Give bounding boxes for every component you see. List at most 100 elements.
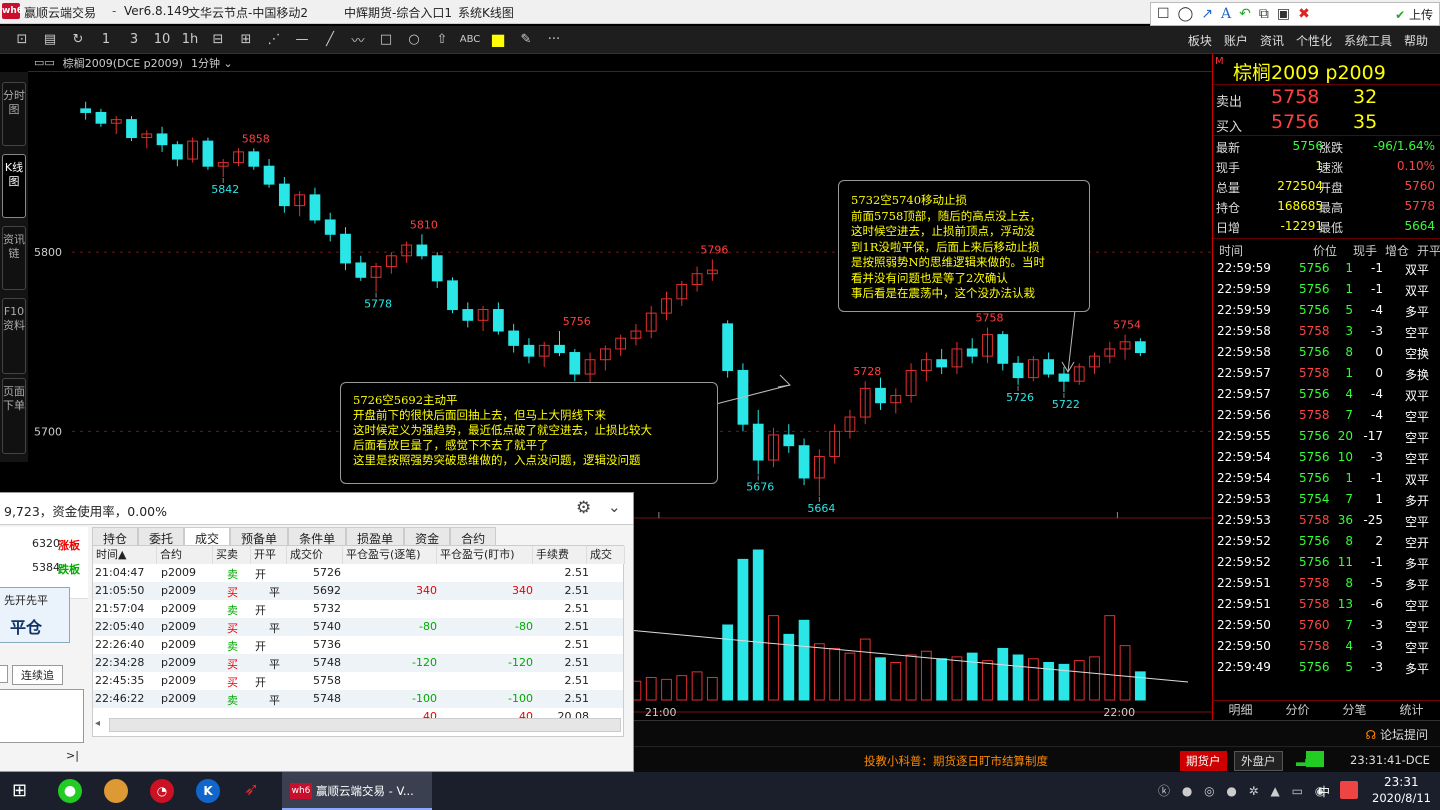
column-header[interactable]: 成交价: [287, 546, 343, 564]
grid-icon[interactable]: ⊞: [232, 32, 260, 47]
candle-body: [156, 133, 168, 146]
link-icon[interactable]: ▭▭: [34, 56, 55, 69]
windows-start-icon[interactable]: ⊞: [12, 780, 27, 801]
funds-summary: 9,723，资金使用率，0.00%: [4, 504, 167, 519]
column-header[interactable]: 合约: [157, 546, 213, 564]
price-label: 5858: [242, 132, 270, 145]
tray-app-icon[interactable]: [1340, 781, 1358, 799]
arrow-tool-icon[interactable]: ↗: [1201, 6, 1213, 22]
horizontal-line-icon[interactable]: —: [288, 32, 316, 47]
column-header[interactable]: 开平: [251, 546, 287, 564]
menu-account[interactable]: 账户: [1224, 32, 1248, 49]
text-tool-icon[interactable]: A: [1221, 6, 1231, 22]
tab-stats[interactable]: 统计: [1399, 701, 1423, 720]
tip-text[interactable]: 投教小科普：期货逐日盯市结算制度: [864, 753, 1048, 769]
tray-icons[interactable]: ⓚ ● ◎ ● ✲ ▲ ▭ ◉: [1158, 782, 1329, 799]
fill-row[interactable]: 21:04:47 p2009 卖 开 5726 2.51: [93, 564, 623, 582]
tick-d: -5: [1371, 576, 1383, 590]
fill-row[interactable]: 21:05:50 p2009 买 平 5692 340 340 2.51: [93, 582, 623, 600]
save-icon[interactable]: ▣: [1277, 6, 1290, 22]
ellipse-tool-icon[interactable]: ◯: [1178, 6, 1194, 22]
color-square-icon[interactable]: ■: [484, 30, 512, 49]
wechat-icon[interactable]: ●: [58, 779, 82, 803]
column-header[interactable]: 平仓盈亏(逐笔): [343, 546, 437, 564]
collapse-chevron-icon[interactable]: ⌄: [608, 498, 621, 516]
app-swirl-icon[interactable]: ◔: [150, 779, 174, 803]
menu-news[interactable]: 资讯: [1260, 32, 1284, 49]
scroll-left-icon[interactable]: ◂: [95, 718, 100, 729]
tab-page-order[interactable]: 页面下单: [2, 378, 26, 454]
quote-v1: 272504: [1277, 179, 1323, 193]
fill-row[interactable]: 21:57:04 p2009 卖 开 5732 2.51: [93, 600, 623, 618]
period-3-icon[interactable]: 3: [120, 32, 148, 47]
more-icon[interactable]: ···: [540, 32, 568, 47]
copy-icon[interactable]: ⧉: [1259, 6, 1269, 22]
text-draw-icon[interactable]: ABC: [456, 34, 484, 45]
dash-line-icon[interactable]: ⋰: [260, 32, 288, 47]
menu-help[interactable]: 帮助: [1404, 32, 1428, 49]
ask-row[interactable]: 卖出 5758 32: [1213, 84, 1440, 110]
undo-icon[interactable]: ↶: [1239, 6, 1251, 22]
tab-news-chain[interactable]: 资讯链: [2, 226, 26, 290]
up-arrow-icon[interactable]: ⇧: [428, 32, 456, 47]
wave-icon[interactable]: 〰: [344, 30, 372, 49]
main-menu: 板块 账户 资讯 个性化 系统工具 帮助: [1188, 32, 1428, 49]
scroll-end-icon[interactable]: >|: [66, 749, 79, 762]
save-icon[interactable]: ▤: [36, 32, 64, 47]
ellipse-draw-icon[interactable]: ○: [400, 32, 428, 47]
cell-side: 买: [227, 676, 238, 689]
fill-row[interactable]: 22:26:40 p2009 卖 开 5736 2.51: [93, 636, 623, 654]
tab-tick[interactable]: 分笔: [1342, 701, 1366, 720]
upload-button[interactable]: ✔ 上传: [1395, 6, 1433, 23]
period-1h-icon[interactable]: 1h: [176, 32, 204, 47]
split-icon[interactable]: ⊟: [204, 32, 232, 47]
tab-timeshare[interactable]: 分时图: [2, 82, 26, 146]
order-input-area[interactable]: [0, 689, 84, 743]
fill-row[interactable]: 22:46:22 p2009 卖 平 5748 -100 -100 2.51: [93, 690, 623, 708]
column-header[interactable]: 买卖: [213, 546, 251, 564]
rect-draw-icon[interactable]: □: [372, 32, 400, 47]
taskbar-active-app[interactable]: wh6 赢顺云端交易 - V...: [282, 772, 432, 810]
tab-price-dist[interactable]: 分价: [1285, 701, 1309, 720]
fill-row[interactable]: 22:45:35 p2009 买 开 5758 2.51: [93, 672, 623, 690]
volume-bar: [951, 656, 963, 701]
line-segment-icon[interactable]: ╱: [316, 32, 344, 47]
prev-button[interactable]: [0, 665, 8, 683]
menu-sector[interactable]: 板块: [1188, 32, 1212, 49]
column-header[interactable]: 成交: [587, 546, 625, 564]
tab-detail[interactable]: 明细: [1228, 701, 1252, 720]
tab-kline[interactable]: K线图: [2, 154, 26, 218]
column-header[interactable]: 平仓盈亏(盯市): [437, 546, 533, 564]
refresh-icon[interactable]: ↻: [64, 32, 92, 47]
horizontal-scrollbar[interactable]: [109, 718, 621, 732]
ime-indicator[interactable]: 中: [1318, 783, 1330, 800]
broker-entry: 中辉期货-综合入口1: [344, 6, 452, 20]
period-1-icon[interactable]: 1: [92, 32, 120, 47]
close-position-button[interactable]: 先开先平 平仓: [0, 587, 70, 643]
column-header[interactable]: 时间▲: [93, 546, 157, 564]
futures-account-button[interactable]: 期货户: [1180, 751, 1227, 771]
eraser-icon[interactable]: ✎: [512, 32, 540, 47]
volume-bar: [844, 652, 856, 701]
k-app-icon[interactable]: K: [196, 779, 220, 803]
menu-personalize[interactable]: 个性化: [1296, 32, 1332, 49]
rectangle-tool-icon[interactable]: ☐: [1157, 6, 1170, 22]
fill-row[interactable]: 22:34:28 p2009 买 平 5748 -120 -120 2.51: [93, 654, 623, 672]
close-icon[interactable]: ✖: [1298, 6, 1310, 22]
foreign-account-button[interactable]: 外盘户: [1234, 751, 1283, 771]
period-10-icon[interactable]: 10: [148, 32, 176, 47]
fill-row[interactable]: 22:05:40 p2009 买 平 5740 -80 -80 2.51: [93, 618, 623, 636]
tick-row: 22:59:59 5756 5 -4 多平: [1213, 300, 1440, 321]
tab-f10[interactable]: F10资料: [2, 298, 26, 374]
forum-link[interactable]: ☊ 论坛提问: [1365, 726, 1428, 743]
bid-row[interactable]: 买入 5756 35: [1213, 110, 1440, 136]
period-dropdown[interactable]: 1分钟 ⌄: [191, 55, 233, 71]
arrow-app-icon[interactable]: ➶: [244, 779, 270, 803]
settings-gear-icon[interactable]: ⚙: [576, 498, 591, 518]
browser-icon[interactable]: [104, 779, 128, 803]
layout-icon[interactable]: ⊡: [8, 32, 36, 47]
continuous-chase-button[interactable]: 连续追: [12, 665, 63, 685]
column-header[interactable]: 手续费: [533, 546, 587, 564]
volume-bar: [829, 647, 841, 701]
menu-system-tools[interactable]: 系统工具: [1344, 32, 1392, 49]
